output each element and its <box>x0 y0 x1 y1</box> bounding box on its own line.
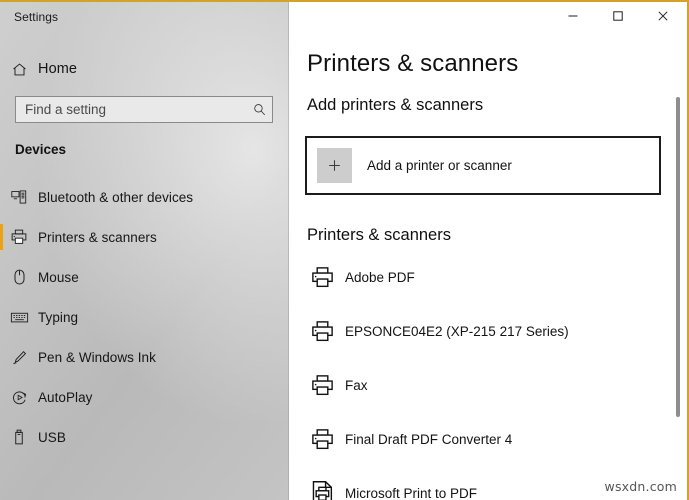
autoplay-icon <box>0 389 38 406</box>
printer-icon <box>299 319 345 344</box>
minimize-icon <box>567 9 579 27</box>
list-item[interactable]: EPSONCE04E2 (XP-215 217 Series) <box>299 304 669 358</box>
sidebar-item-label: Printers & scanners <box>38 229 157 245</box>
list-item[interactable]: Adobe PDF <box>299 250 669 304</box>
sidebar-item-label: Typing <box>38 309 79 325</box>
sidebar-item-typing[interactable]: Typing <box>0 297 289 337</box>
printers-list-section-title: Printers & scanners <box>307 226 451 244</box>
printer-icon <box>299 427 345 452</box>
search-input[interactable] <box>16 102 246 117</box>
printers-list: Adobe PDF EPSONCE04E2 (XP-215 217 Series… <box>299 250 669 500</box>
sidebar-home-label: Home <box>38 61 78 77</box>
scrollbar-thumb[interactable] <box>676 97 680 417</box>
usb-icon <box>0 428 38 446</box>
home-icon <box>0 61 38 78</box>
add-printers-section-title: Add printers & scanners <box>307 96 484 114</box>
sidebar-item-mouse[interactable]: Mouse <box>0 257 289 297</box>
sidebar-section-title: Devices <box>15 142 67 157</box>
mouse-icon <box>0 268 38 286</box>
sidebar-item-label: Mouse <box>38 269 79 285</box>
sidebar-item-label: USB <box>38 429 66 445</box>
selection-indicator <box>0 384 3 410</box>
printer-name: Fax <box>345 377 368 393</box>
watermark: wsxdn.com <box>604 479 677 494</box>
close-icon <box>657 9 669 27</box>
add-printer-or-scanner-button[interactable]: Add a printer or scanner <box>305 136 661 195</box>
window-caption: Settings <box>14 10 59 24</box>
selection-indicator <box>0 224 3 250</box>
keyboard-icon <box>0 311 38 324</box>
search-icon[interactable] <box>246 102 272 117</box>
printer-name: EPSONCE04E2 (XP-215 217 Series) <box>345 323 569 339</box>
sidebar: Settings Home Devices <box>0 2 289 500</box>
add-printer-label: Add a printer or scanner <box>367 158 512 173</box>
pen-icon <box>0 349 38 366</box>
selection-indicator <box>0 424 3 450</box>
sidebar-item-home[interactable]: Home <box>0 54 289 84</box>
plus-icon <box>317 148 352 183</box>
window-controls <box>550 2 685 33</box>
sidebar-item-autoplay[interactable]: AutoPlay <box>0 377 289 417</box>
list-item[interactable]: Final Draft PDF Converter 4 <box>299 412 669 466</box>
maximize-button[interactable] <box>595 2 640 33</box>
print-to-file-icon <box>299 480 345 500</box>
sidebar-item-bluetooth-other-devices[interactable]: Bluetooth & other devices <box>0 177 289 217</box>
list-item[interactable]: Fax <box>299 358 669 412</box>
page-title: Printers & scanners <box>307 50 519 77</box>
printer-name: Final Draft PDF Converter 4 <box>345 431 513 447</box>
sidebar-item-pen-windows-ink[interactable]: Pen & Windows Ink <box>0 337 289 377</box>
scrollbar[interactable] <box>676 2 684 500</box>
selection-indicator <box>0 264 3 290</box>
sidebar-item-label: Pen & Windows Ink <box>38 349 156 365</box>
bluetooth-devices-icon <box>0 189 38 205</box>
minimize-button[interactable] <box>550 2 595 33</box>
sidebar-item-printers-scanners[interactable]: Printers & scanners <box>0 217 289 257</box>
printer-icon <box>0 228 38 246</box>
sidebar-nav-list: Bluetooth & other devices Printers & sca… <box>0 177 289 457</box>
selection-indicator <box>0 344 3 370</box>
printer-icon <box>299 265 345 290</box>
sidebar-item-label: Bluetooth & other devices <box>38 189 194 205</box>
sidebar-item-usb[interactable]: USB <box>0 417 289 457</box>
printer-name: Adobe PDF <box>345 269 415 285</box>
sidebar-item-label: AutoPlay <box>38 389 93 405</box>
main-content: Printers & scanners Add printers & scann… <box>289 2 687 500</box>
selection-indicator <box>0 184 3 210</box>
search-box[interactable] <box>15 96 273 123</box>
printer-name: Microsoft Print to PDF <box>345 485 478 500</box>
maximize-icon <box>612 9 624 27</box>
printer-icon <box>299 373 345 398</box>
settings-window: Settings Home Devices <box>0 0 689 500</box>
selection-indicator <box>0 304 3 330</box>
